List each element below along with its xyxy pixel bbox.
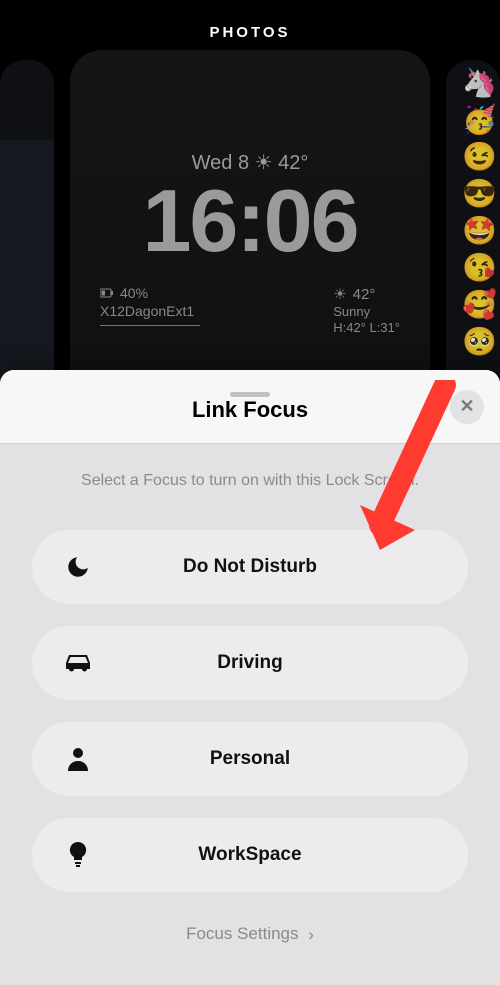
focus-settings-link[interactable]: Focus Settings › <box>0 924 500 944</box>
chevron-right-icon: › <box>308 925 314 945</box>
close-button[interactable]: ✕ <box>450 390 484 424</box>
focus-item-personal[interactable]: Personal <box>32 722 468 796</box>
focus-item-driving[interactable]: Driving <box>32 626 468 700</box>
wifi-name: X12DagonExt1 <box>100 303 200 319</box>
battery-icon <box>100 288 114 298</box>
battery-percent: 40% <box>120 285 148 301</box>
close-icon: ✕ <box>459 396 474 417</box>
sheet-subtitle: Select a Focus to turn on with this Lock… <box>0 444 500 510</box>
emoji-column: 🦄 🥳 😉 😎 🤩 😘 🥰 🥺 <box>459 60 500 364</box>
battery-widget: 40% X12DagonExt1 <box>100 285 200 335</box>
focus-settings-label: Focus Settings <box>186 924 298 943</box>
focus-item-label: WorkSpace <box>32 844 468 866</box>
emoji: 😎 <box>462 177 497 210</box>
header-photos-label: PHOTOS <box>0 24 500 41</box>
lock-time: 16:06 <box>70 170 430 272</box>
emoji: 😉 <box>462 140 497 173</box>
emoji: 🥰 <box>462 288 497 321</box>
emoji: 🦄 <box>462 66 497 99</box>
focus-list: Do Not Disturb Driving Personal WorkSpac… <box>0 510 500 892</box>
sheet-title: Link Focus <box>0 397 500 423</box>
weather-widget: ☀︎ 42° Sunny H:42° L:31° <box>333 285 400 335</box>
weather-condition: Sunny <box>333 304 370 319</box>
link-focus-sheet: Link Focus ✕ Select a Focus to turn on w… <box>0 370 500 985</box>
lock-widgets-row: 40% X12DagonExt1 ☀︎ 42° Sunny H:42° L:31… <box>100 285 400 335</box>
focus-item-workspace[interactable]: WorkSpace <box>32 818 468 892</box>
emoji: 😘 <box>462 251 497 284</box>
sun-icon: ☀︎ <box>333 285 346 303</box>
sheet-header: Link Focus ✕ <box>0 370 500 444</box>
focus-item-do-not-disturb[interactable]: Do Not Disturb <box>32 530 468 604</box>
weather-temp: 42° <box>353 286 376 303</box>
emoji: 🥳 <box>462 103 497 136</box>
focus-item-label: Do Not Disturb <box>32 556 468 578</box>
focus-item-label: Personal <box>32 748 468 770</box>
emoji: 🤩 <box>462 214 497 247</box>
focus-item-label: Driving <box>32 652 468 674</box>
emoji: 🥺 <box>462 325 497 358</box>
weather-hilo: H:42° L:31° <box>333 320 400 335</box>
